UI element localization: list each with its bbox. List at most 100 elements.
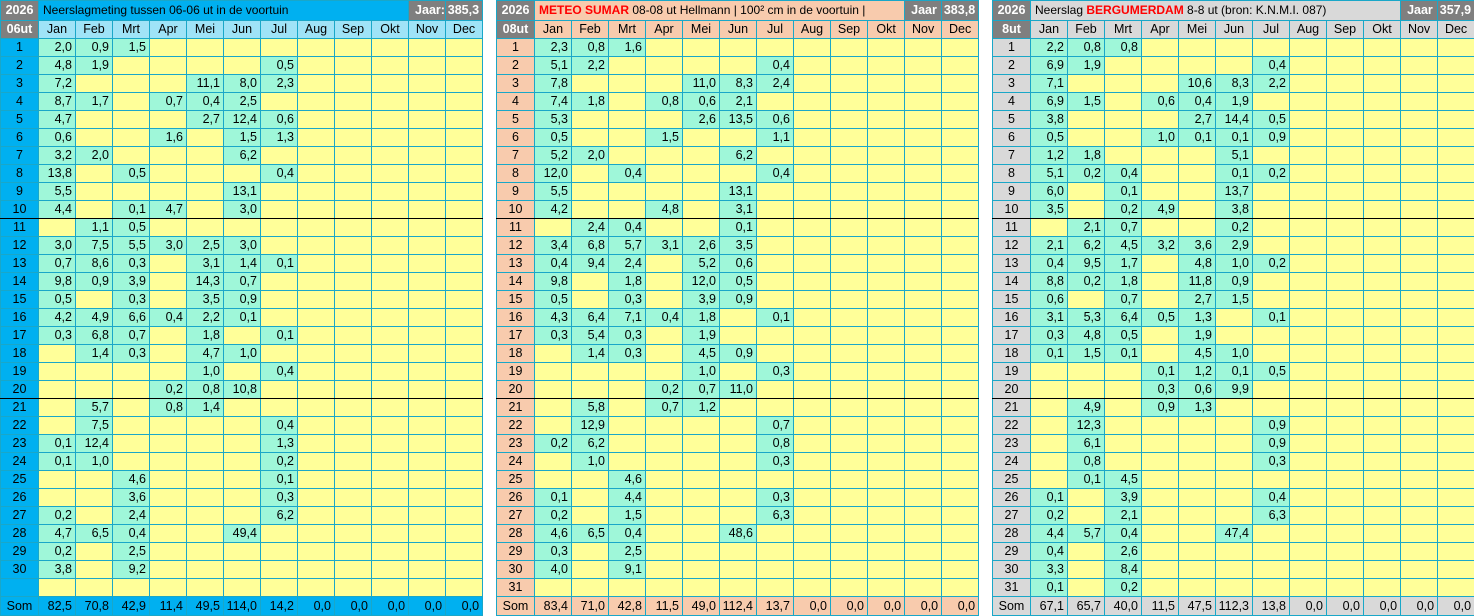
rain-cell[interactable]: 11,1 [187, 75, 224, 93]
rain-cell[interactable]: 0,6 [1142, 93, 1179, 111]
rain-cell[interactable]: 1,4 [187, 399, 224, 417]
rain-cell[interactable] [1179, 543, 1216, 561]
rain-cell[interactable]: 3,2 [39, 147, 76, 165]
rain-cell[interactable] [905, 345, 942, 363]
rain-cell[interactable]: 0,3 [757, 453, 794, 471]
rain-cell[interactable]: 0,4 [113, 525, 150, 543]
rain-cell[interactable] [1401, 399, 1438, 417]
rain-cell[interactable]: 3,1 [1031, 309, 1068, 327]
rain-cell[interactable] [409, 291, 446, 309]
rain-cell[interactable] [1364, 237, 1401, 255]
rain-cell[interactable] [1364, 363, 1401, 381]
rain-cell[interactable] [1327, 57, 1364, 75]
rain-cell[interactable] [646, 471, 683, 489]
rain-cell[interactable] [942, 381, 979, 399]
rain-cell[interactable] [942, 327, 979, 345]
rain-cell[interactable]: 0,1 [113, 201, 150, 219]
rain-cell[interactable] [224, 561, 261, 579]
rain-cell[interactable] [76, 579, 113, 597]
rain-cell[interactable] [261, 237, 298, 255]
rain-cell[interactable] [942, 255, 979, 273]
rain-cell[interactable]: 0,8 [1105, 39, 1142, 57]
rain-cell[interactable] [446, 489, 483, 507]
rain-cell[interactable] [1142, 435, 1179, 453]
rain-cell[interactable] [1401, 147, 1438, 165]
rain-cell[interactable] [1401, 507, 1438, 525]
rain-cell[interactable] [794, 399, 831, 417]
rain-cell[interactable] [646, 525, 683, 543]
rain-cell[interactable] [757, 561, 794, 579]
rain-cell[interactable]: 1,3 [1179, 399, 1216, 417]
rain-cell[interactable] [1031, 219, 1068, 237]
rain-cell[interactable] [1253, 543, 1290, 561]
rain-cell[interactable]: 5,5 [535, 183, 572, 201]
rain-cell[interactable]: 0,3 [113, 255, 150, 273]
rain-cell[interactable] [942, 471, 979, 489]
rain-cell[interactable]: 5,1 [1216, 147, 1253, 165]
rain-cell[interactable]: 0,1 [224, 309, 261, 327]
rain-cell[interactable] [298, 165, 335, 183]
rain-cell[interactable] [113, 579, 150, 597]
rain-cell[interactable]: 5,7 [609, 237, 646, 255]
rain-cell[interactable] [905, 435, 942, 453]
rain-cell[interactable] [757, 237, 794, 255]
rain-cell[interactable] [757, 543, 794, 561]
rain-cell[interactable] [409, 75, 446, 93]
rain-cell[interactable] [868, 255, 905, 273]
rain-cell[interactable] [609, 399, 646, 417]
rain-cell[interactable] [1327, 471, 1364, 489]
rain-cell[interactable] [535, 381, 572, 399]
rain-cell[interactable]: 0,2 [1105, 201, 1142, 219]
rain-cell[interactable] [1105, 75, 1142, 93]
rain-cell[interactable] [76, 183, 113, 201]
rain-cell[interactable] [646, 543, 683, 561]
rain-cell[interactable] [1290, 237, 1327, 255]
rain-cell[interactable] [905, 363, 942, 381]
rain-cell[interactable] [646, 417, 683, 435]
rain-cell[interactable]: 0,5 [1253, 363, 1290, 381]
rain-cell[interactable] [187, 579, 224, 597]
rain-cell[interactable] [335, 93, 372, 111]
rain-cell[interactable]: 0,3 [39, 327, 76, 345]
rain-cell[interactable] [372, 561, 409, 579]
rain-cell[interactable] [446, 579, 483, 597]
rain-cell[interactable] [1364, 147, 1401, 165]
rain-cell[interactable] [794, 39, 831, 57]
rain-cell[interactable] [372, 345, 409, 363]
rain-cell[interactable] [446, 381, 483, 399]
rain-cell[interactable] [1290, 201, 1327, 219]
rain-cell[interactable] [446, 543, 483, 561]
rain-cell[interactable]: 3,2 [1142, 237, 1179, 255]
rain-cell[interactable] [1290, 561, 1327, 579]
rain-cell[interactable] [905, 291, 942, 309]
rain-cell[interactable] [868, 543, 905, 561]
rain-cell[interactable]: 4,2 [535, 201, 572, 219]
rain-cell[interactable] [942, 543, 979, 561]
rain-cell[interactable] [1031, 453, 1068, 471]
rain-cell[interactable] [942, 345, 979, 363]
rain-cell[interactable] [1401, 201, 1438, 219]
rain-cell[interactable] [757, 471, 794, 489]
rain-cell[interactable]: 6,8 [572, 237, 609, 255]
rain-cell[interactable] [298, 525, 335, 543]
rain-cell[interactable]: 0,4 [609, 165, 646, 183]
rain-cell[interactable] [1142, 489, 1179, 507]
rain-cell[interactable] [1438, 453, 1474, 471]
rain-cell[interactable]: 0,9 [224, 291, 261, 309]
rain-cell[interactable] [1438, 525, 1474, 543]
rain-cell[interactable] [113, 75, 150, 93]
rain-cell[interactable] [1179, 219, 1216, 237]
rain-cell[interactable] [1216, 39, 1253, 57]
rain-cell[interactable] [1068, 75, 1105, 93]
rain-cell[interactable] [335, 237, 372, 255]
rain-cell[interactable] [261, 219, 298, 237]
rain-cell[interactable] [1438, 219, 1474, 237]
rain-cell[interactable]: 0,6 [1031, 291, 1068, 309]
rain-cell[interactable] [905, 417, 942, 435]
rain-cell[interactable] [1438, 57, 1474, 75]
rain-cell[interactable] [1438, 435, 1474, 453]
rain-cell[interactable] [1253, 381, 1290, 399]
rain-cell[interactable] [572, 507, 609, 525]
rain-cell[interactable]: 0,1 [1105, 183, 1142, 201]
rain-cell[interactable] [409, 237, 446, 255]
